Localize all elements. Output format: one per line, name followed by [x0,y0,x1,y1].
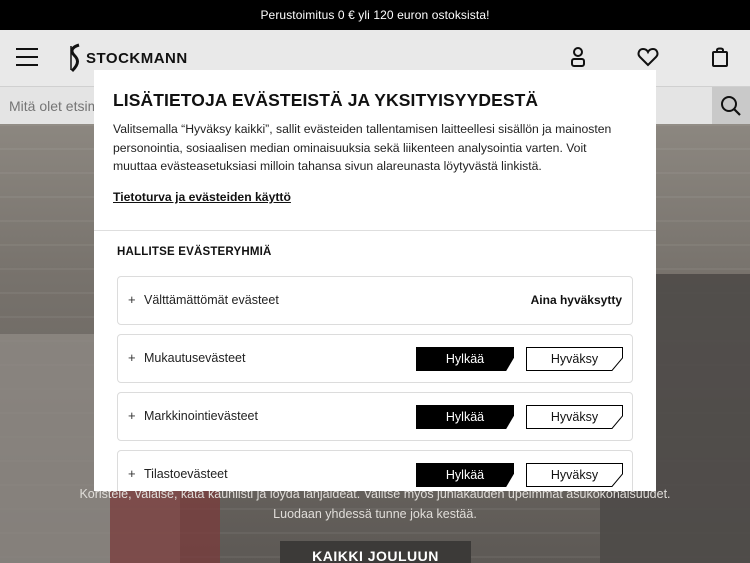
cookie-category-marketing[interactable]: + Markkinointievästeet Hylkää Hyväksy [117,392,633,441]
accept-marketing-button[interactable]: Hyväksy [526,405,623,429]
cookie-category-statistics[interactable]: + Tilastoevästeet Hylkää Hyväksy [117,450,633,491]
cookie-category-label: Tilastoevästeet [144,467,228,481]
cookie-dialog-description: Valitsemalla “Hyväksy kaikki”, sallit ev… [113,122,612,174]
accept-statistics-button[interactable]: Hyväksy [526,463,623,487]
expand-icon[interactable]: + [128,292,136,307]
reject-marketing-button[interactable]: Hylkää [416,405,514,429]
cookie-consent-dialog: LISÄTIETOJA EVÄSTEISTÄ JA YKSITYISYYDEST… [94,70,656,491]
reject-functional-button[interactable]: Hylkää [416,347,514,371]
stockmann-logo-mark-icon [70,43,80,73]
cookie-dialog-title: LISÄTIETOJA EVÄSTEISTÄ JA YKSITYISYYDEST… [113,90,539,110]
hero-text-line2: Luodaan yhdessä tunne joka kestää. [273,507,477,521]
cookie-groups-title: HALLITSE EVÄSTERYHMIÄ [117,246,272,258]
user-icon[interactable] [567,46,589,68]
search-icon [721,96,741,116]
heart-icon[interactable] [637,46,659,68]
cookie-category-functional[interactable]: + Mukautusevästeet Hylkää Hyväksy [117,334,633,383]
promo-text: Perustoimitus 0 € yli 120 euron ostoksis… [260,8,490,22]
cookie-category-label: Markkinointievästeet [144,409,258,423]
logo-text: STOCKMANN [86,49,188,67]
accept-functional-button[interactable]: Hyväksy [526,347,623,371]
search-button[interactable] [712,87,750,125]
divider [94,230,656,231]
privacy-policy-link[interactable]: Tietoturva ja evästeiden käyttö [113,190,291,204]
expand-icon[interactable]: + [128,466,136,481]
cookie-category-label: Mukautusevästeet [144,351,246,365]
cookie-category-necessary[interactable]: + Välttämättömät evästeet Aina hyväksytt… [117,276,633,325]
accept-label: Hyväksy [550,410,599,424]
reject-statistics-button[interactable]: Hylkää [416,463,514,487]
always-accepted-status: Aina hyväksytty [530,293,622,307]
promo-bar: Perustoimitus 0 € yli 120 euron ostoksis… [0,0,750,30]
expand-icon[interactable]: + [128,350,136,365]
expand-icon[interactable]: + [128,408,136,423]
accept-label: Hyväksy [550,352,599,366]
cookie-category-label: Välttämättömät evästeet [144,293,279,307]
menu-icon[interactable] [16,48,38,66]
accept-label: Hyväksy [550,468,599,482]
hero-cta-button[interactable]: KAIKKI JOULUUN [280,541,471,563]
bag-icon[interactable] [709,46,731,68]
